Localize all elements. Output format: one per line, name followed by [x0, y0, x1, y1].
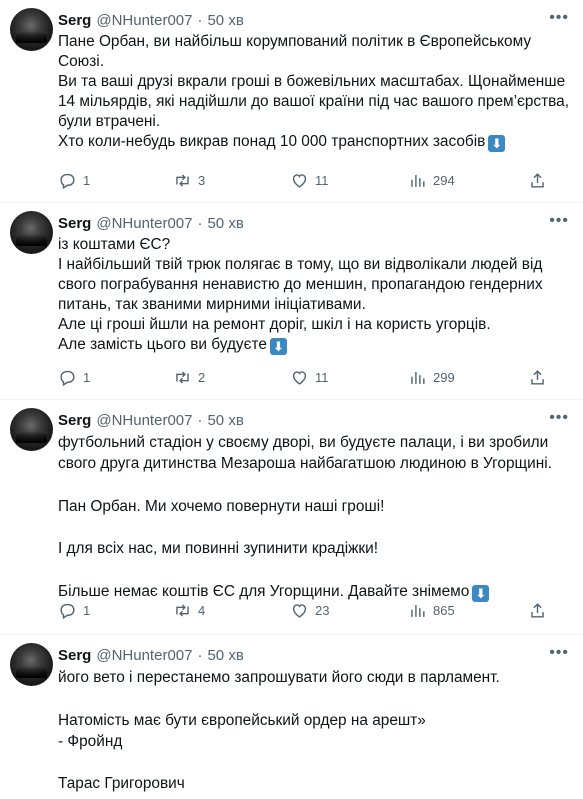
tweet-text-body: його вето і перестанемо запрошувати його… — [58, 669, 500, 793]
tweet-header: Serg @NHunter007 · 50 хв — [58, 10, 569, 30]
down-arrow-emoji: ⬇ — [488, 135, 506, 152]
share-button[interactable] — [528, 601, 547, 620]
tweet-text-body: із коштами ЄС? І найбільший твій трюк по… — [58, 236, 543, 353]
tweet[interactable]: Serg @NHunter007 · 50 хв ••• його вето і… — [0, 635, 583, 799]
author-handle[interactable]: @NHunter007 — [96, 412, 192, 429]
avatar[interactable] — [10, 8, 53, 51]
views-button[interactable]: 294 — [408, 171, 455, 190]
separator-dot: · — [197, 214, 203, 232]
separator-dot: · — [197, 646, 203, 664]
retweet-icon — [176, 603, 189, 617]
tweet-actions: 1 2 11 299 — [58, 366, 569, 388]
tweet-text: із коштами ЄС? І найбільший твій трюк по… — [58, 235, 569, 355]
retweet-count: 4 — [198, 602, 206, 618]
retweet-button[interactable]: 2 — [173, 368, 205, 387]
share-icon — [531, 172, 544, 188]
tweet-content: Serg @NHunter007 · 50 хв ••• його вето і… — [58, 645, 569, 795]
down-arrow-emoji: ⬇ — [269, 338, 287, 355]
tweet-actions: 1 3 11 294 — [58, 169, 569, 191]
separator-dot: · — [197, 411, 203, 429]
avatar[interactable] — [10, 643, 53, 686]
reply-icon — [60, 370, 75, 386]
tweet-content: Serg @NHunter007 · 50 хв ••• із коштами … — [58, 213, 569, 355]
timestamp[interactable]: 50 хв — [207, 215, 243, 232]
tweet-header: Serg @NHunter007 · 50 хв — [58, 213, 569, 233]
views-button[interactable]: 865 — [408, 601, 455, 620]
tweet-header: Serg @NHunter007 · 50 хв — [58, 645, 569, 665]
author-name[interactable]: Serg — [58, 647, 91, 664]
author-handle[interactable]: @NHunter007 — [96, 12, 192, 29]
reply-count: 1 — [83, 369, 91, 385]
tweet-text-body: футбольний стадіон у своєму дворі, ви бу… — [58, 434, 552, 601]
retweet-icon — [176, 173, 189, 187]
tweet-actions: 1 4 23 865 — [58, 599, 569, 621]
author-handle[interactable]: @NHunter007 — [96, 647, 192, 664]
reply-count: 1 — [83, 172, 91, 188]
avatar[interactable] — [10, 408, 53, 451]
tweet-text: його вето і перестанемо запрошувати його… — [58, 667, 569, 795]
more-icon[interactable]: ••• — [549, 645, 569, 661]
like-count: 23 — [315, 602, 330, 618]
author-name[interactable]: Serg — [58, 12, 91, 29]
retweet-count: 2 — [198, 369, 206, 385]
views-button[interactable]: 299 — [408, 368, 455, 387]
views-count: 299 — [433, 369, 455, 385]
views-icon — [411, 371, 425, 384]
retweet-count: 3 — [198, 172, 206, 188]
timestamp[interactable]: 50 хв — [207, 647, 243, 664]
timestamp[interactable]: 50 хв — [207, 12, 243, 29]
more-icon[interactable]: ••• — [549, 410, 569, 426]
like-button[interactable]: 11 — [290, 368, 329, 387]
reply-icon — [60, 603, 75, 619]
more-icon[interactable]: ••• — [549, 213, 569, 229]
tweet-content: Serg @NHunter007 · 50 хв ••• футбольний … — [58, 410, 569, 603]
reply-button[interactable]: 1 — [58, 601, 90, 620]
like-button[interactable]: 11 — [290, 171, 329, 190]
like-count: 11 — [315, 172, 329, 188]
views-count: 865 — [433, 602, 455, 618]
retweet-button[interactable]: 4 — [173, 601, 205, 620]
author-name[interactable]: Serg — [58, 412, 91, 429]
heart-icon — [292, 370, 307, 385]
tweet-content: Serg @NHunter007 · 50 хв ••• Пане Орбан,… — [58, 10, 569, 152]
reply-count: 1 — [83, 602, 91, 618]
retweet-icon — [176, 370, 189, 384]
reply-icon — [60, 173, 75, 189]
reply-button[interactable]: 1 — [58, 171, 90, 190]
heart-icon — [292, 603, 307, 618]
tweet-thread: Serg @NHunter007 · 50 хв ••• Пане Орбан,… — [0, 0, 583, 799]
retweet-button[interactable]: 3 — [173, 171, 205, 190]
like-button[interactable]: 23 — [290, 601, 329, 620]
share-button[interactable] — [528, 368, 547, 387]
tweet[interactable]: Serg @NHunter007 · 50 хв ••• із коштами … — [0, 203, 583, 400]
tweet[interactable]: Serg @NHunter007 · 50 хв ••• футбольний … — [0, 400, 583, 635]
like-count: 11 — [315, 369, 329, 385]
heart-icon — [292, 173, 307, 188]
share-icon — [531, 602, 544, 618]
more-icon[interactable]: ••• — [549, 10, 569, 26]
avatar[interactable] — [10, 211, 53, 254]
tweet-text: Пане Орбан, ви найбільш корумпований пол… — [58, 32, 569, 152]
share-button[interactable] — [528, 171, 547, 190]
author-handle[interactable]: @NHunter007 — [96, 215, 192, 232]
views-icon — [411, 174, 425, 187]
tweet[interactable]: Serg @NHunter007 · 50 хв ••• Пане Орбан,… — [0, 0, 583, 203]
author-name[interactable]: Serg — [58, 215, 91, 232]
tweet-header: Serg @NHunter007 · 50 хв — [58, 410, 569, 430]
tweet-text-body: Пане Орбан, ви найбільш корумпований пол… — [58, 33, 570, 150]
timestamp[interactable]: 50 хв — [207, 412, 243, 429]
separator-dot: · — [197, 11, 203, 29]
share-icon — [531, 369, 544, 385]
views-icon — [411, 604, 425, 617]
reply-button[interactable]: 1 — [58, 368, 90, 387]
views-count: 294 — [433, 172, 455, 188]
tweet-text: футбольний стадіон у своєму дворі, ви бу… — [58, 432, 569, 603]
